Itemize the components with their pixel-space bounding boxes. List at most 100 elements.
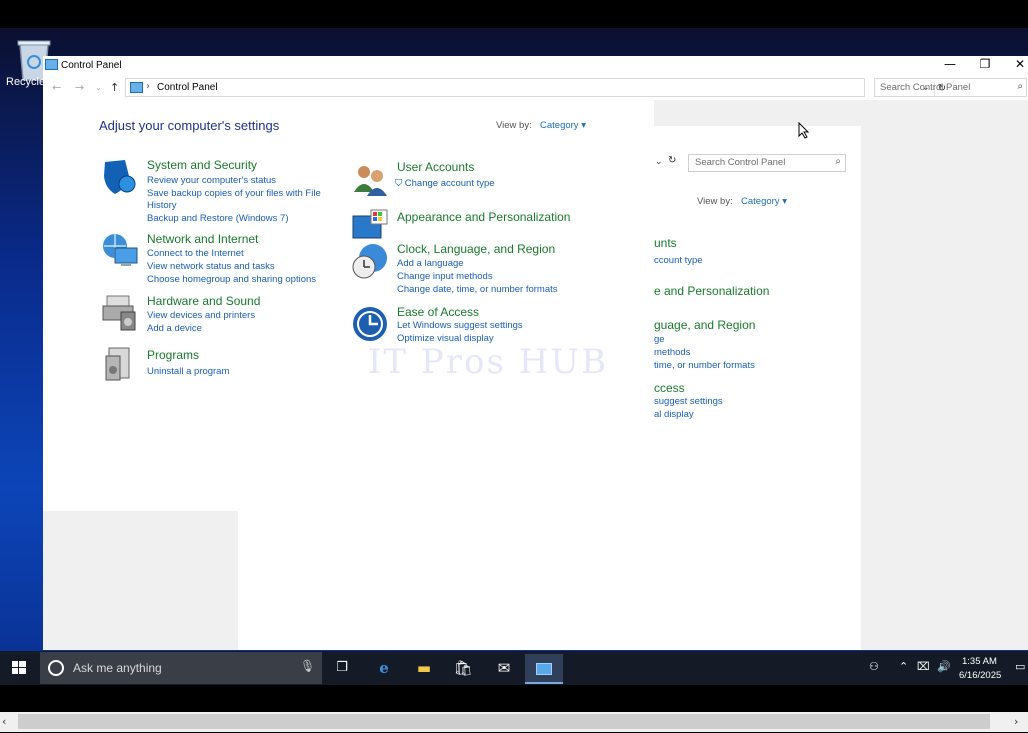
title-bar[interactable]: Control Panel — ❐ ✕ <box>43 56 1028 76</box>
shield-icon[interactable] <box>101 158 139 196</box>
search-icon[interactable]: ⌕ <box>1017 81 1023 92</box>
cortana-icon <box>48 660 64 676</box>
volume-icon[interactable]: 🔊 <box>937 660 951 673</box>
clock-time[interactable]: 1:35 AM <box>962 656 997 667</box>
view-by-dropdown[interactable]: Category ▾ <box>540 120 586 131</box>
windows-start-icon[interactable] <box>8 659 30 677</box>
category-link[interactable]: time, or number formats <box>654 360 755 371</box>
people-icon[interactable]: ⚇ <box>869 660 879 673</box>
category-link[interactable]: Add a language <box>397 258 464 269</box>
notification-icon[interactable]: ▭ <box>1015 660 1025 673</box>
category-link[interactable]: Save backup copies of your files with Fi… <box>147 188 321 199</box>
category-title[interactable]: Appearance and Personalization <box>397 210 570 224</box>
control-panel-taskbar-icon[interactable] <box>525 654 563 684</box>
category-link[interactable]: suggest settings <box>654 396 723 407</box>
up-arrow-icon[interactable]: ↑ <box>110 81 119 94</box>
close-button[interactable]: ✕ <box>1005 56 1028 74</box>
category-link[interactable]: Add a device <box>147 323 202 334</box>
watermark: IT Pros HUB <box>368 342 609 382</box>
category-link[interactable]: History <box>147 200 177 211</box>
breadcrumb[interactable]: Control Panel <box>157 82 218 93</box>
search-icon[interactable]: ⌕ <box>835 156 841 167</box>
search-placeholder: Search Control Panel <box>695 157 786 168</box>
category-title[interactable]: ccess <box>654 381 685 395</box>
category-title[interactable]: User Accounts <box>397 160 474 174</box>
restore-button[interactable]: ❐ <box>970 56 1000 74</box>
edge-browser-icon[interactable]: e <box>365 654 403 684</box>
category-link[interactable]: Change date, time, or number formats <box>397 284 558 295</box>
category-link[interactable]: Change input methods <box>397 271 493 282</box>
category-link[interactable]: Connect to the Internet <box>147 248 244 259</box>
category-link[interactable]: View devices and printers <box>147 310 255 321</box>
category-link[interactable]: Choose homegroup and sharing options <box>147 274 316 285</box>
search-placeholder: Search Control Panel <box>880 82 971 93</box>
search-input[interactable]: Search Control Panel ⌕ <box>874 78 1027 97</box>
ghost-search-input[interactable]: Search Control Panel ⌕ <box>688 154 846 172</box>
network-globe-icon[interactable] <box>101 232 139 270</box>
view-by-label: View by: <box>697 196 733 207</box>
ghost-window-panel <box>238 511 654 594</box>
back-arrow-icon[interactable]: ← <box>52 81 61 94</box>
control-panel-icon <box>536 662 552 675</box>
horizontal-scrollbar[interactable]: ‹ › <box>0 712 1028 732</box>
breadcrumb-chevron-icon[interactable]: › <box>146 81 150 92</box>
clock-date[interactable]: 6/16/2025 <box>959 670 1001 681</box>
view-by-dropdown[interactable]: Category ▾ <box>741 196 787 207</box>
category-title[interactable]: Hardware and Sound <box>147 294 260 308</box>
category-link[interactable]: al display <box>654 409 694 420</box>
category-link-text[interactable]: Change account type <box>405 178 495 189</box>
ghost-window-background <box>43 511 238 650</box>
scroll-left-icon[interactable]: ‹ <box>2 715 6 728</box>
printer-speaker-icon[interactable] <box>101 294 139 332</box>
category-link[interactable]: ccount type <box>654 255 703 266</box>
uac-shield-icon: ⛉ <box>395 178 403 189</box>
category-title[interactable]: Programs <box>147 348 199 362</box>
category-title[interactable]: Ease of Access <box>397 305 479 319</box>
category-link[interactable]: View network status and tasks <box>147 261 275 272</box>
forward-arrow-icon[interactable]: → <box>75 81 84 94</box>
control-panel-icon <box>45 59 58 70</box>
clock-globe-icon[interactable] <box>351 242 389 280</box>
category-title[interactable]: System and Security <box>147 158 257 172</box>
network-icon[interactable]: ⌧ <box>917 660 930 673</box>
refresh-icon[interactable]: ↻ <box>668 155 676 166</box>
microphone-icon[interactable]: 🎙 <box>300 659 315 673</box>
category-link[interactable]: Backup and Restore (Windows 7) <box>147 213 289 224</box>
minimize-button[interactable]: — <box>935 56 965 74</box>
chevron-down-icon[interactable]: ⌄ <box>655 156 663 167</box>
chevron-up-icon[interactable]: ⌃ <box>899 660 908 673</box>
category-link[interactable]: ⛉ Change account type <box>395 178 495 189</box>
scrollbar-thumb[interactable] <box>18 714 990 729</box>
ghost-window-toolbar <box>654 100 862 126</box>
display-palette-icon[interactable] <box>351 208 389 246</box>
ghost-window-background <box>861 100 1028 650</box>
category-link[interactable]: methods <box>654 347 690 358</box>
category-link[interactable]: ge <box>654 334 665 345</box>
control-panel-icon <box>130 82 143 93</box>
window-title: Control Panel <box>61 60 122 71</box>
store-icon[interactable]: 🛍 <box>444 654 482 684</box>
scroll-right-icon[interactable]: › <box>1014 715 1018 728</box>
category-title[interactable]: unts <box>654 236 677 250</box>
view-by-label: View by: <box>496 120 532 131</box>
view-by-value[interactable]: Category <box>741 196 780 207</box>
file-explorer-icon[interactable]: ▬ <box>405 654 443 684</box>
taskbar: Ask me anything 🎙 ❐ e ▬ 🛍 ✉ ⚇ ⌃ ⌧ 🔊 1:35… <box>0 651 1028 685</box>
mail-icon[interactable]: ✉ <box>485 654 523 684</box>
cortana-search-input[interactable]: Ask me anything 🎙 <box>40 652 322 684</box>
category-link[interactable]: Let Windows suggest settings <box>397 320 523 331</box>
address-field[interactable]: › Control Panel ⌄ ↻ <box>125 78 946 97</box>
users-icon[interactable] <box>351 160 389 198</box>
programs-icon[interactable] <box>101 346 139 384</box>
search-placeholder: Ask me anything <box>73 661 162 675</box>
category-link[interactable]: Review your computer's status <box>147 175 276 186</box>
recent-dropdown-icon[interactable]: ⌄ <box>95 83 102 92</box>
task-view-icon[interactable]: ❐ <box>323 654 361 684</box>
category-link[interactable]: Uninstall a program <box>147 366 229 377</box>
category-title[interactable]: e and Personalization <box>654 284 769 298</box>
category-title[interactable]: guage, and Region <box>654 318 755 332</box>
ease-of-access-icon[interactable] <box>351 305 389 343</box>
category-title[interactable]: Clock, Language, and Region <box>397 242 555 256</box>
view-by-value[interactable]: Category <box>540 120 579 131</box>
category-title[interactable]: Network and Internet <box>147 232 258 246</box>
